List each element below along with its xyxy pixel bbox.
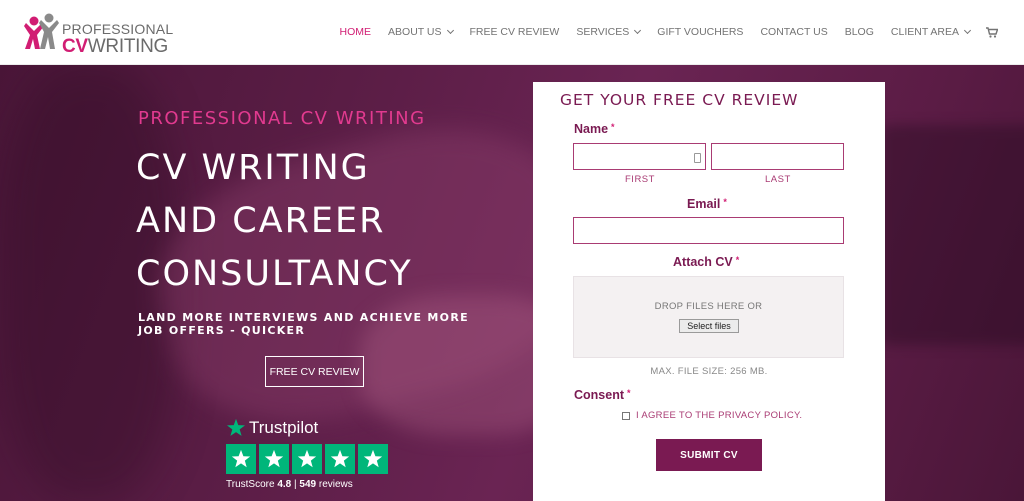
site-header: PROFESSIONAL CVWRITING HOME ABOUT US FRE…	[0, 0, 1024, 65]
nav-free-cv-review[interactable]: FREE CV REVIEW	[470, 26, 560, 38]
autofill-icon[interactable]	[694, 153, 701, 163]
hero-title: CV WRITING AND CAREER CONSULTANCY	[136, 142, 413, 301]
chevron-down-icon	[963, 26, 972, 35]
trustpilot-widget[interactable]: Trustpilot TrustScore 4.8 | 549 reviews	[226, 418, 396, 490]
shopping-cart-icon[interactable]	[986, 26, 998, 38]
required-marker: *	[723, 197, 727, 207]
trustpilot-rating-stars	[226, 444, 396, 474]
site-logo[interactable]: PROFESSIONAL CVWRITING	[22, 9, 182, 57]
cv-review-form: GET YOUR FREE CV REVIEW Name * FIRST LAST…	[533, 82, 885, 501]
hero-title-line: CONSULTANCY	[136, 254, 413, 294]
review-count: 549	[299, 479, 317, 490]
consent-row: I AGREE TO THE PRIVACY POLICY.	[622, 410, 802, 421]
max-file-size-note: MAX. FILE SIZE: 256 MB.	[650, 366, 768, 377]
hero-tagline: LAND MORE INTERVIEWS AND ACHIEVE MORE JO…	[138, 311, 469, 337]
trust-score-value: 4.8	[277, 479, 292, 490]
last-name-input[interactable]	[711, 143, 844, 170]
privacy-policy-link[interactable]: I AGREE TO THE PRIVACY POLICY.	[636, 410, 802, 421]
main-nav: HOME ABOUT US FREE CV REVIEW SERVICES GI…	[323, 26, 998, 38]
required-marker: *	[735, 255, 740, 265]
required-marker: *	[627, 388, 631, 398]
last-name-sublabel: LAST	[765, 174, 791, 185]
trustpilot-score: TrustScore 4.8 | 549 reviews	[226, 479, 353, 490]
nav-services[interactable]: SERVICES	[576, 26, 642, 38]
select-files-button[interactable]: Select files	[679, 319, 739, 333]
hero-title-line: AND CAREER	[136, 201, 386, 241]
first-name-input[interactable]	[573, 143, 706, 170]
rating-star-icon	[259, 444, 289, 474]
nav-gift-vouchers[interactable]: GIFT VOUCHERS	[657, 26, 743, 38]
chevron-down-icon	[446, 26, 454, 35]
required-marker: *	[611, 122, 615, 132]
consent-label: Consent *	[574, 388, 631, 402]
consent-checkbox[interactable]	[622, 411, 630, 420]
form-title: GET YOUR FREE CV REVIEW	[560, 91, 799, 109]
name-label: Name *	[574, 122, 615, 136]
hero-title-line: CV WRITING	[136, 148, 370, 188]
rating-star-icon	[358, 444, 388, 474]
email-label: Email *	[687, 197, 727, 211]
rating-star-icon	[325, 444, 355, 474]
rating-star-icon	[226, 444, 256, 474]
free-cv-review-button[interactable]: FREE CV REVIEW	[265, 356, 364, 387]
nav-about-us[interactable]: ABOUT US	[388, 26, 454, 38]
rating-star-icon	[292, 444, 322, 474]
hero-subtitle: PROFESSIONAL CV WRITING	[138, 108, 426, 129]
attach-cv-label: Attach CV *	[673, 255, 740, 269]
email-input[interactable]	[573, 217, 844, 244]
nav-blog[interactable]: BLOG	[845, 26, 874, 38]
chevron-down-icon	[634, 26, 642, 35]
logo-writing-text: WRITING	[87, 36, 169, 57]
logo-professional-text: PROFESSIONAL	[62, 21, 174, 37]
file-dropzone[interactable]: DROP FILES HERE OR Select files	[573, 276, 844, 358]
background-shape	[880, 125, 1024, 345]
trustpilot-star-icon	[227, 418, 245, 436]
nav-contact-us[interactable]: CONTACT US	[760, 26, 827, 38]
drop-files-text: DROP FILES HERE OR	[654, 301, 763, 312]
nav-home[interactable]: HOME	[340, 26, 372, 38]
nav-client-area[interactable]: CLIENT AREA	[891, 26, 972, 38]
trustpilot-name: Trustpilot	[249, 418, 319, 437]
logo-cv-text: CV	[62, 36, 88, 57]
people-logo-icon	[24, 13, 59, 49]
first-name-sublabel: FIRST	[625, 174, 655, 185]
submit-cv-button[interactable]: SUBMIT CV	[656, 439, 762, 471]
hero-section: PROFESSIONAL CV WRITING CV WRITING AND C…	[0, 65, 1024, 501]
